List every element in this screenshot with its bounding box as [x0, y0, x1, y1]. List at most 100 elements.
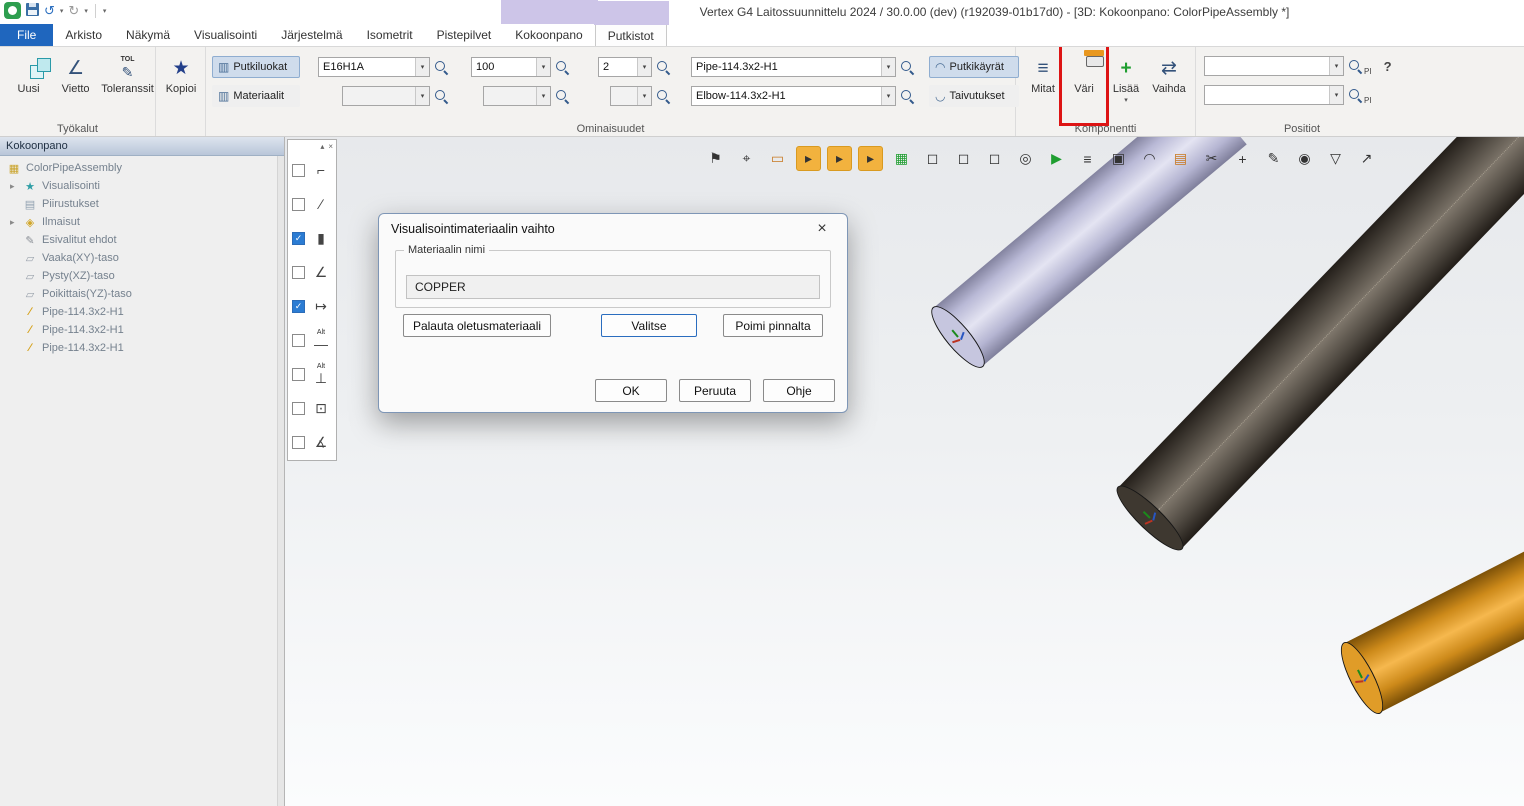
- pipe-lavender[interactable]: [934, 137, 1247, 366]
- tree-item[interactable]: ▱Pysty(XZ)-taso: [0, 267, 284, 285]
- toleranssit-button[interactable]: TOL ✎ Toleranssit: [100, 50, 155, 120]
- search-position-icon[interactable]: [1347, 58, 1363, 74]
- lisaa-button[interactable]: + Lisää ▾: [1106, 50, 1146, 120]
- view-box2-icon[interactable]: ◻: [951, 146, 976, 171]
- save-button[interactable]: [26, 3, 39, 19]
- box-green-icon[interactable]: ▶: [1044, 146, 1069, 171]
- tab-isometrit[interactable]: Isometrit: [355, 24, 425, 46]
- help-button[interactable]: ?: [1384, 59, 1392, 74]
- route-riser-checkbox[interactable]: ✓: [292, 232, 305, 245]
- vari-button[interactable]: Väri: [1064, 50, 1104, 120]
- expand-arrow-icon[interactable]: ▸: [10, 181, 22, 192]
- tree-item[interactable]: ∕Pipe-114.3x2-H1: [0, 339, 284, 357]
- search-count-icon[interactable]: [655, 59, 671, 75]
- dome-icon[interactable]: ◠: [1137, 146, 1162, 171]
- tree-item[interactable]: ▱Vaaka(XY)-taso: [0, 249, 284, 267]
- vaihda-button[interactable]: ⇄ Vaihda: [1148, 50, 1190, 120]
- chevron-down-icon[interactable]: ▾: [415, 58, 429, 76]
- search-pipe-icon[interactable]: [899, 59, 915, 75]
- restore-default-material-button[interactable]: Palauta oletusmateriaali: [403, 314, 551, 337]
- viewport-3d[interactable]: ⚑⌖▭▸▸▸▦◻◻◻◎▶≡▣◠▤✂+✎◉▽↗ ▴ × ⌐∕✓▮∠✓↦Alt―Al…: [285, 137, 1524, 806]
- material-name-input[interactable]: [406, 275, 820, 299]
- layers-icon[interactable]: ▤: [1168, 146, 1193, 171]
- snap-edge-icon[interactable]: ▸: [858, 146, 883, 171]
- vietto-button[interactable]: ∠ Vietto: [53, 50, 98, 120]
- pipe-orange[interactable]: [1344, 503, 1524, 713]
- chevron-down-icon[interactable]: ▾: [1124, 96, 1128, 104]
- position-combo[interactable]: ▾: [1204, 56, 1344, 76]
- redo-dropdown-icon[interactable]: ▾: [84, 7, 88, 15]
- route-elbow-checkbox[interactable]: [292, 164, 305, 177]
- list-icon[interactable]: ≡: [1075, 146, 1100, 171]
- tab-kokoonpano[interactable]: Kokoonpano: [503, 24, 594, 46]
- route-flow-checkbox[interactable]: ✓: [292, 300, 305, 313]
- help-dialog-button[interactable]: Ohje: [763, 379, 835, 402]
- select-material-button[interactable]: Valitse: [601, 314, 697, 337]
- close-icon[interactable]: ×: [809, 217, 835, 241]
- putkikayrat-toggle[interactable]: ◠ Putkikäyrät: [929, 56, 1019, 78]
- close-strip-button[interactable]: ×: [328, 142, 333, 151]
- box-solid-icon[interactable]: ▦: [889, 146, 914, 171]
- dialog-titlebar[interactable]: Visualisointimateriaalin vaihto ×: [379, 214, 847, 244]
- pick-from-surface-button[interactable]: Poimi pinnalta: [723, 314, 823, 337]
- measure-icon[interactable]: ▭: [765, 146, 790, 171]
- putkiluokat-toggle[interactable]: ▥ Putkiluokat: [212, 56, 300, 78]
- snap-point-icon[interactable]: ▸: [827, 146, 852, 171]
- snap-free-icon[interactable]: ▸: [796, 146, 821, 171]
- route-angle-icon[interactable]: ∠: [310, 264, 332, 280]
- kopioi-button[interactable]: ★ Kopioi: [158, 50, 204, 120]
- undo-dropdown-icon[interactable]: ▾: [60, 7, 64, 15]
- export-view-icon[interactable]: ↗: [1354, 146, 1379, 171]
- tree-item[interactable]: ∕Pipe-114.3x2-H1: [0, 321, 284, 339]
- lock-icon[interactable]: ⊡: [310, 400, 332, 416]
- route-elbow-icon[interactable]: ⌐: [310, 162, 332, 178]
- tab-järjestelmä[interactable]: Järjestelmä: [269, 24, 354, 46]
- clipboard-icon[interactable]: ▣: [1106, 146, 1131, 171]
- expand-arrow-icon[interactable]: ▸: [10, 217, 22, 228]
- attach-icon[interactable]: ✎: [1261, 146, 1286, 171]
- chevron-down-icon[interactable]: ▾: [881, 58, 895, 76]
- tree-item[interactable]: ▸★Visualisointi: [0, 177, 284, 195]
- tab-file[interactable]: File: [0, 24, 53, 46]
- count-combo-2[interactable]: ▾: [610, 86, 652, 106]
- tab-näkymä[interactable]: Näkymä: [114, 24, 182, 46]
- lock-checkbox[interactable]: [292, 402, 305, 415]
- cylinder-view-icon[interactable]: ◎: [1013, 146, 1038, 171]
- view-box3-icon[interactable]: ◻: [982, 146, 1007, 171]
- qat-customize-button[interactable]: ▾: [103, 7, 107, 15]
- view-box-icon[interactable]: ◻: [920, 146, 945, 171]
- collapse-button[interactable]: ▴: [320, 142, 324, 151]
- ucs-axes-icon[interactable]: +: [1230, 146, 1255, 171]
- chevron-down-icon[interactable]: ▾: [637, 58, 651, 76]
- search-pipe-class-icon[interactable]: [433, 59, 449, 75]
- alt-elevation-checkbox[interactable]: [292, 368, 305, 381]
- search-dn-icon[interactable]: [554, 59, 570, 75]
- tab-pistepilvet[interactable]: Pistepilvet: [425, 24, 504, 46]
- mitat-button[interactable]: ≡ Mitat: [1024, 50, 1062, 120]
- route-flow-icon[interactable]: ↦: [310, 298, 332, 314]
- route-slope-checkbox[interactable]: [292, 198, 305, 211]
- position-combo-2[interactable]: ▾: [1204, 85, 1344, 105]
- chevron-down-icon[interactable]: ▾: [415, 87, 429, 105]
- alt-line-icon[interactable]: Alt―: [310, 329, 332, 352]
- undo-button[interactable]: ↺: [44, 3, 55, 18]
- tab-visualisointi[interactable]: Visualisointi: [182, 24, 269, 46]
- alt-line-checkbox[interactable]: [292, 334, 305, 347]
- search-icon[interactable]: [554, 88, 570, 104]
- pipe-class-combo[interactable]: E16H1A ▾: [318, 57, 430, 77]
- search-icon[interactable]: [433, 88, 449, 104]
- chevron-down-icon[interactable]: ▾: [1329, 86, 1343, 104]
- tree-item[interactable]: ▸◈Ilmaisut: [0, 213, 284, 231]
- materiaalit-button[interactable]: ▥ Materiaalit: [212, 85, 300, 107]
- pipe-component-combo[interactable]: Pipe-114.3x2-H1 ▾: [691, 57, 896, 77]
- tree-item[interactable]: ▦ColorPipeAssembly: [0, 159, 284, 177]
- protractor-icon[interactable]: ∡: [310, 434, 332, 450]
- tab-arkisto[interactable]: Arkisto: [53, 24, 114, 46]
- tree-item[interactable]: ✎Esivalitut ehdot: [0, 231, 284, 249]
- chevron-down-icon[interactable]: ▾: [881, 87, 895, 105]
- elbow-component-combo[interactable]: Elbow-114.3x2-H1 ▾: [691, 86, 896, 106]
- pipe-class-combo-2[interactable]: ▾: [342, 86, 430, 106]
- route-riser-icon[interactable]: ▮: [310, 230, 332, 246]
- count-combo[interactable]: 2 ▾: [598, 57, 652, 77]
- tree-item[interactable]: ▱Poikittais(YZ)-taso: [0, 285, 284, 303]
